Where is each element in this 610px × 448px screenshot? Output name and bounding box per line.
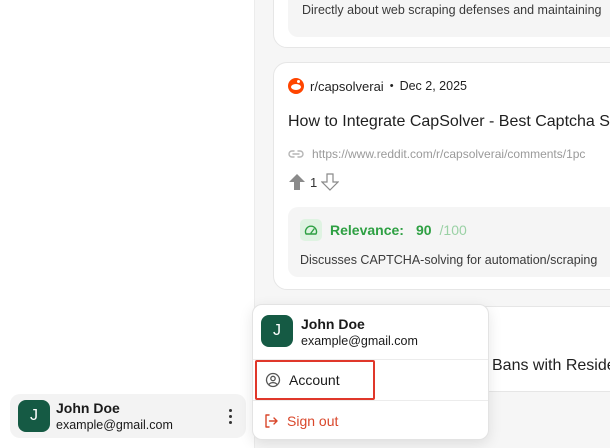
vote-count: 1 — [310, 174, 318, 190]
post-card[interactable]: r/capsolverai • Dec 2, 2025 How to Integ… — [273, 62, 610, 290]
post-link[interactable]: https://www.reddit.com/r/capsolverai/com… — [288, 147, 585, 161]
post-meta: r/capsolverai • Dec 2, 2025 — [288, 78, 467, 94]
user-profile-button[interactable]: J John Doe example@gmail.com — [10, 394, 246, 438]
sign-out-label: Sign out — [287, 413, 339, 429]
downvote-arrow-icon[interactable] — [321, 173, 340, 191]
relevance-max: /100 — [439, 222, 467, 238]
relevance-summary: Directly about web scraping defenses and… — [302, 3, 602, 17]
reddit-icon — [288, 78, 304, 94]
user-circle-icon — [265, 372, 281, 388]
link-icon — [288, 150, 304, 158]
more-options-icon[interactable] — [222, 406, 238, 426]
sign-out-menu-item[interactable]: Sign out — [255, 401, 375, 441]
sign-out-icon — [265, 414, 278, 428]
account-label: Account — [289, 372, 340, 388]
account-menu-item[interactable]: Account — [255, 360, 375, 400]
user-name: John Doe — [56, 400, 120, 416]
avatar: J — [18, 400, 50, 432]
vote-controls: 1 — [288, 173, 340, 191]
upvote-arrow-icon[interactable] — [288, 173, 306, 191]
post-date: Dec 2, 2025 — [399, 79, 467, 93]
user-email: example@gmail.com — [56, 418, 173, 432]
post-card[interactable]: Directly about web scraping defenses and… — [273, 0, 610, 48]
post-title[interactable]: How to Integrate CapSolver - Best Captch… — [288, 113, 610, 131]
user-email: example@gmail.com — [301, 334, 418, 348]
relevance-score: 90 — [415, 222, 432, 238]
user-menu-dropdown: J John Doe example@gmail.com Account Sig… — [252, 304, 489, 440]
sidebar: J John Doe example@gmail.com — [0, 0, 255, 448]
gauge-icon — [300, 219, 322, 241]
relevance-summary: Discusses CAPTCHA-solving for automation… — [300, 253, 598, 267]
subreddit-name[interactable]: r/capsolverai — [310, 79, 384, 94]
post-url[interactable]: https://www.reddit.com/r/capsolverai/com… — [312, 147, 585, 161]
relevance-label: Relevance: — [330, 222, 404, 238]
post-title[interactable]: Bans with Reside — [492, 357, 610, 375]
meta-separator: • — [389, 80, 394, 92]
relevance-row: Relevance: 90/100 — [300, 219, 467, 241]
user-name: John Doe — [301, 316, 365, 332]
avatar: J — [261, 315, 293, 347]
